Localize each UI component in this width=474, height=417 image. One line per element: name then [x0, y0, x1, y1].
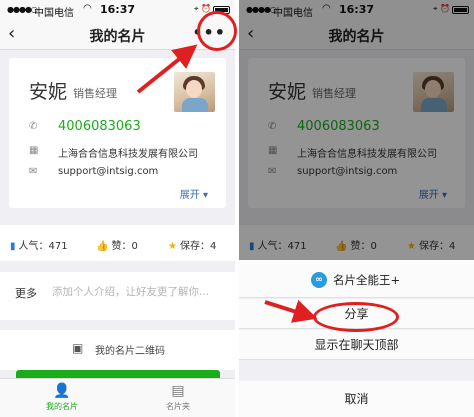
building-icon: ▦: [29, 145, 39, 156]
tab-bar: 👤 我的名片 ▤ 名片夹: [0, 378, 235, 417]
pin-to-chat-option[interactable]: 显示在聊天顶部: [239, 330, 474, 360]
contact-job-title: 销售经理: [73, 87, 117, 100]
person-icon: 👤: [53, 383, 71, 399]
mail-icon: ✉: [29, 166, 38, 177]
avatar[interactable]: [174, 72, 215, 112]
qr-code-row[interactable]: ▣ 我的名片二维码: [0, 330, 235, 370]
company-name: 上海合合信息科技发展有限公司: [58, 149, 198, 160]
phone-screen-share-sheet: ●●●●○ 中国电信 ◠ 16:37 ⌖ ⏰ ‹ 我的名片 安妮 销售经理 ✆ …: [239, 0, 474, 417]
tab-my-card-label: 我的名片: [46, 402, 78, 411]
intro-placeholder[interactable]: 添加个人介绍，让好友更了解你...: [52, 285, 222, 300]
stat-popularity-label: 人气：471: [18, 241, 68, 252]
cancel-button[interactable]: 取消: [239, 381, 474, 417]
stat-popularity: ▮ 人气：471: [10, 237, 68, 252]
qr-code-label: 我的名片二维码: [95, 346, 165, 357]
stat-likes-label: 赞：0: [111, 241, 138, 252]
company-row: ▦ 上海合合信息科技发展有限公司: [29, 145, 198, 160]
phone-icon: ✆: [29, 121, 38, 132]
stat-likes[interactable]: 👍 赞：0: [96, 237, 138, 252]
stats-bar: ▮ 人气：471 👍 赞：0 ★ 保存：4: [0, 225, 235, 261]
bar-chart-icon: ▮: [10, 241, 16, 252]
tab-card-holder[interactable]: ▤ 名片夹: [148, 381, 208, 412]
intro-section[interactable]: 更多 添加个人介绍，让好友更了解你...: [0, 272, 235, 320]
status-bar: ●●●●○ 中国电信 ◠ 16:37 ⌖ ⏰: [0, 0, 235, 20]
stat-saves-label: 保存：4: [179, 241, 217, 252]
annotation-ellipse: [313, 302, 399, 332]
app-logo-icon: ∞: [311, 272, 327, 288]
qr-code-icon: ▣: [72, 341, 84, 355]
business-card: 安妮 销售经理 ✆ 4006083063 ▦ 上海合合信息科技发展有限公司 ✉ …: [9, 58, 226, 208]
annotation-circle: [197, 11, 237, 51]
phone-screen-card: ●●●●○ 中国电信 ◠ 16:37 ⌖ ⏰ ‹ 我的名片 ••• 安妮 销售经…: [0, 0, 235, 417]
email-address[interactable]: support@intsig.com: [58, 166, 158, 177]
action-sheet: ∞ 名片全能王+ 分享 显示在聊天顶部 取消: [239, 260, 474, 417]
star-icon: ★: [168, 241, 177, 252]
tab-card-holder-label: 名片夹: [166, 402, 190, 411]
contact-name: 安妮: [29, 81, 68, 103]
app-name: 名片全能王+: [333, 273, 401, 287]
tab-my-card[interactable]: 👤 我的名片: [32, 381, 92, 412]
intro-label: 更多: [15, 287, 37, 300]
expand-link[interactable]: 展开 ▾: [180, 186, 208, 201]
email-row[interactable]: ✉ support@intsig.com: [29, 166, 158, 177]
action-sheet-header: ∞ 名片全能王+: [239, 260, 474, 298]
stat-saves: ★ 保存：4: [168, 237, 216, 252]
card-holder-icon: ▤: [171, 383, 185, 399]
thumbs-up-icon: 👍: [96, 241, 109, 252]
phone-row[interactable]: ✆ 4006083063: [29, 119, 141, 134]
phone-number[interactable]: 4006083063: [58, 119, 141, 134]
